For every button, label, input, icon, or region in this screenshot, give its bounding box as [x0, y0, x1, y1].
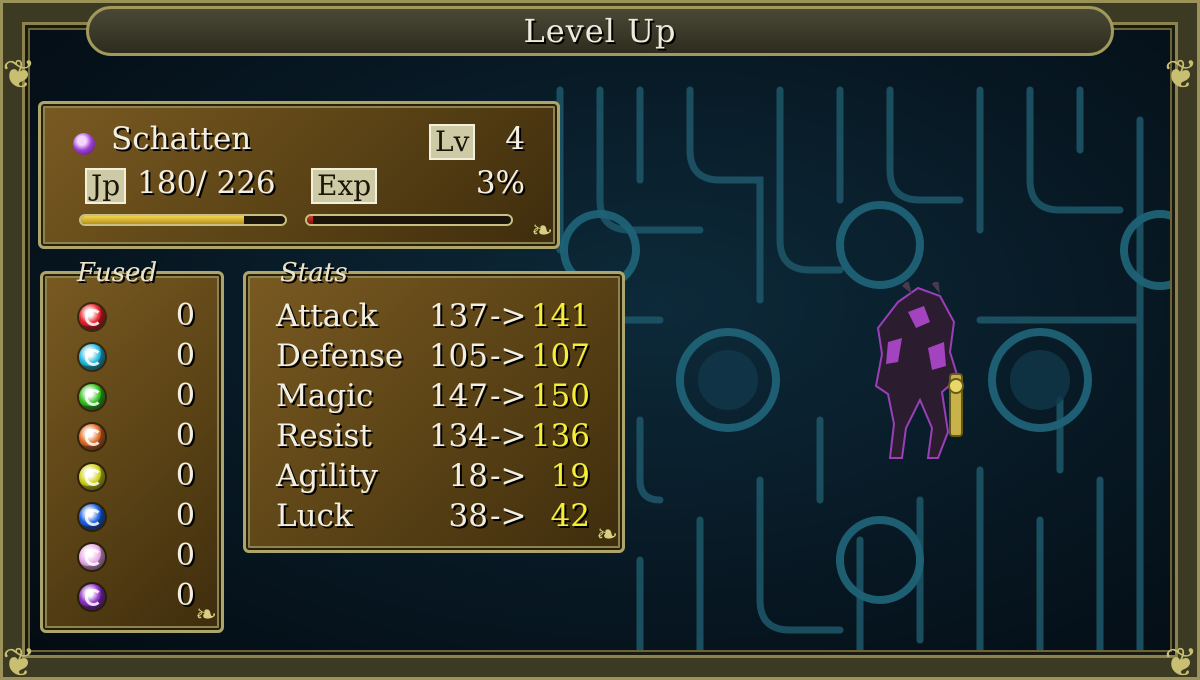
- stat-row-agility: Agility 18 -> 19: [246, 456, 628, 496]
- stat-old-value: 147: [428, 378, 488, 414]
- panel-corner-ornament-icon: ❧: [596, 520, 618, 550]
- pink-gem-icon: [79, 544, 105, 570]
- fused-row: 0: [43, 296, 227, 336]
- stat-row-defense: Defense 105 -> 107: [246, 336, 628, 376]
- fused-count: 0: [175, 298, 195, 333]
- stat-arrow: ->: [490, 338, 527, 374]
- stat-row-resist: Resist 134 -> 136: [246, 416, 628, 456]
- stat-name: Magic: [276, 378, 374, 414]
- fused-row: 0: [43, 376, 227, 416]
- fused-row: 0: [43, 536, 227, 576]
- stat-name: Defense: [276, 338, 404, 374]
- stat-old-value: 18: [448, 458, 488, 494]
- stat-name: Agility: [276, 458, 378, 494]
- stat-new-value: 136: [530, 418, 590, 454]
- fused-count: 0: [175, 338, 195, 373]
- stats-label: Stats: [280, 258, 348, 288]
- fused-row: 0: [43, 456, 227, 496]
- stat-new-value: 107: [530, 338, 590, 374]
- stat-row-attack: Attack 137 -> 141: [246, 296, 628, 336]
- screen-title: Level Up: [523, 12, 677, 50]
- stat-new-value: 141: [530, 298, 590, 334]
- stats-panel: Stats Attack 137 -> 141 Defense 105 -> 107 Magic…: [243, 258, 628, 553]
- yellow-gem-icon: [79, 464, 105, 490]
- stat-row-luck: Luck 38 -> 42: [246, 496, 628, 536]
- jp-tag: Jp: [85, 168, 127, 204]
- stat-old-value: 105: [428, 338, 488, 374]
- fused-label: Fused: [77, 258, 158, 288]
- exp-value: 3%: [475, 165, 525, 201]
- stat-new-value: 42: [550, 498, 590, 534]
- stat-arrow: ->: [490, 418, 527, 454]
- level-tag: Lv: [429, 124, 476, 160]
- stat-arrow: ->: [490, 458, 527, 494]
- orange-gem-icon: [79, 424, 105, 450]
- stat-old-value: 38: [448, 498, 488, 534]
- stat-new-value: 19: [550, 458, 590, 494]
- fused-row: 0: [43, 336, 227, 376]
- fused-count: 0: [175, 418, 195, 453]
- cyan-gem-icon: [79, 344, 105, 370]
- exp-progress-fill: [307, 216, 314, 224]
- stat-old-value: 137: [428, 298, 488, 334]
- purple-gem-icon: [79, 584, 105, 610]
- stat-new-value: 150: [530, 378, 590, 414]
- green-gem-icon: [79, 384, 105, 410]
- fused-count: 0: [175, 538, 195, 573]
- corner-ornament-icon: ❦: [1164, 640, 1198, 680]
- blue-gem-icon: [79, 504, 105, 530]
- stat-name: Attack: [276, 298, 378, 334]
- stat-old-value: 134: [428, 418, 488, 454]
- jp-progress-bar: [79, 214, 287, 226]
- stat-name: Resist: [276, 418, 372, 454]
- stat-arrow: ->: [490, 498, 527, 534]
- stat-name: Luck: [276, 498, 353, 534]
- corner-ornament-icon: ❦: [1164, 52, 1198, 98]
- fused-count: 0: [175, 458, 195, 493]
- jp-progress-fill: [81, 216, 244, 224]
- stat-arrow: ->: [490, 378, 527, 414]
- corner-ornament-icon: ❦: [2, 640, 36, 680]
- fused-panel: Fused 0 0 0 0 0 0 0 0 ❧: [40, 258, 227, 633]
- title-bar: Level Up: [86, 6, 1114, 56]
- element-orb-icon: [73, 133, 95, 155]
- level-value: 4: [505, 121, 525, 157]
- panel-corner-ornament-icon: ❧: [531, 216, 553, 246]
- stat-row-magic: Magic 147 -> 150: [246, 376, 628, 416]
- jp-value: 180/ 226: [137, 165, 276, 201]
- corner-ornament-icon: ❦: [2, 52, 36, 98]
- demon-sprite: [874, 282, 964, 459]
- stat-arrow: ->: [490, 298, 527, 334]
- fused-count: 0: [175, 378, 195, 413]
- character-panel: Schatten Lv 4 Jp 180/ 226 Exp 3% ❧: [38, 101, 560, 249]
- fused-row: 0: [43, 496, 227, 536]
- level-up-screen: ❦ ❦ ❦ ❦ Level Up Schatten Lv 4 Jp 180/ 2…: [0, 0, 1200, 680]
- red-gem-icon: [79, 304, 105, 330]
- panel-corner-ornament-icon: ❧: [195, 600, 217, 630]
- character-name: Schatten: [111, 121, 252, 157]
- exp-tag: Exp: [311, 168, 378, 204]
- fused-count: 0: [175, 578, 195, 613]
- exp-progress-bar: [305, 214, 513, 226]
- fused-count: 0: [175, 498, 195, 533]
- fused-row: 0: [43, 416, 227, 456]
